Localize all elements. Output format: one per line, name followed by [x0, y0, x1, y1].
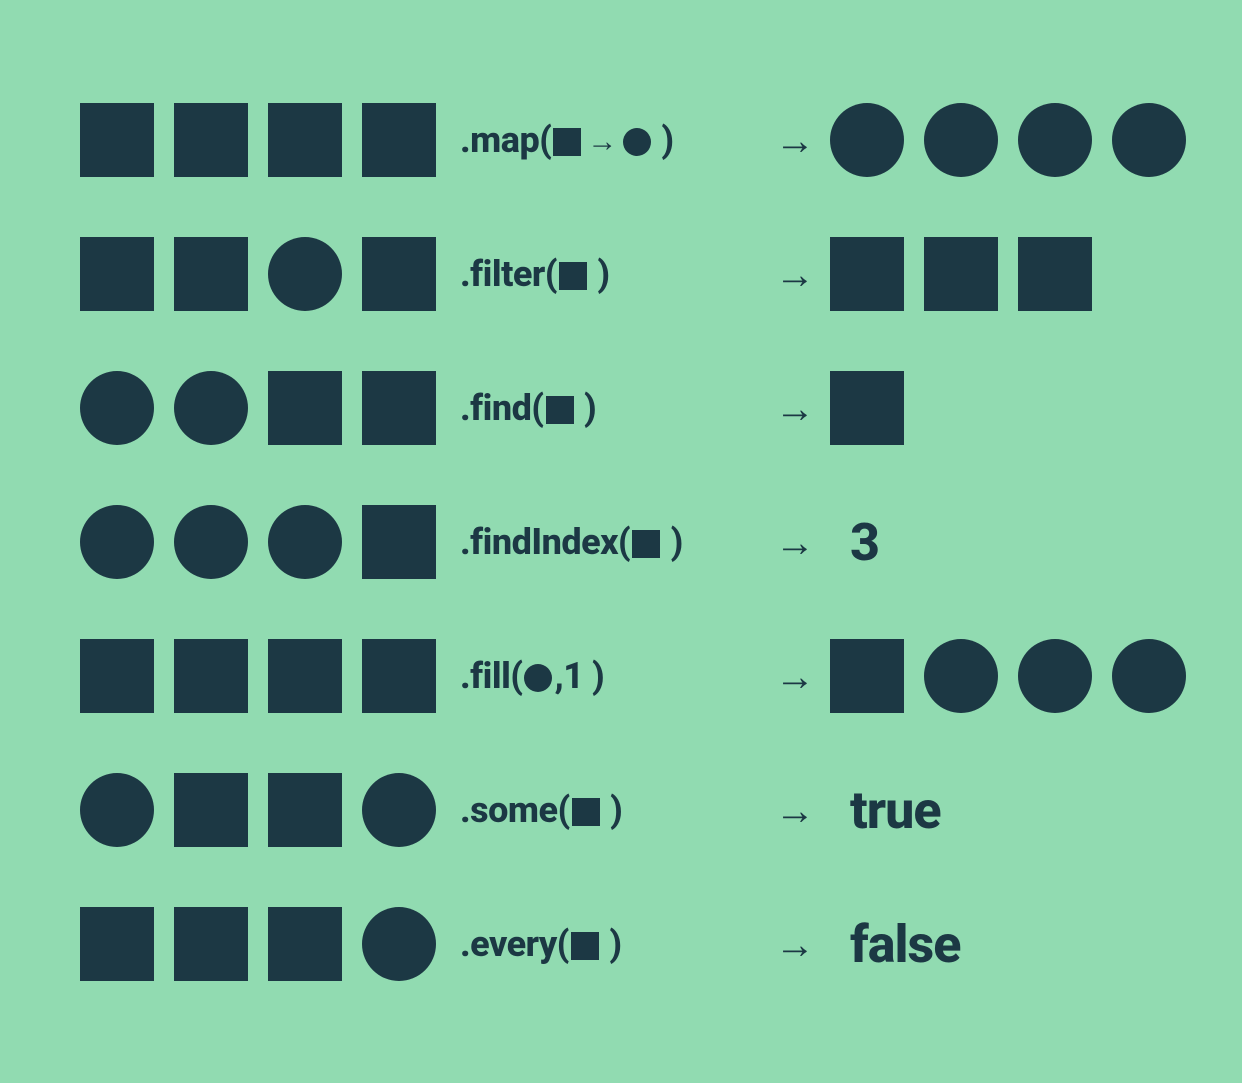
output-value [830, 371, 904, 445]
square-icon [80, 639, 154, 713]
method-label: .find( ) [460, 387, 760, 429]
square-icon [553, 128, 581, 156]
method-name: .every [460, 923, 557, 965]
output-text: true [850, 780, 941, 841]
circle-icon [1018, 103, 1092, 177]
output-value [830, 237, 1092, 311]
square-icon [1018, 237, 1092, 311]
square-icon [830, 639, 904, 713]
circle-icon [623, 128, 651, 156]
output-value: false [830, 914, 960, 975]
method-label: .some( ) [460, 789, 760, 831]
circle-icon [268, 505, 342, 579]
output-value [830, 639, 1186, 713]
method-name: .some [460, 789, 558, 831]
method-label: .findIndex( ) [460, 521, 760, 563]
circle-icon [1018, 639, 1092, 713]
input-array [80, 907, 460, 981]
method-name: .findIndex [460, 521, 618, 563]
method-arg-text: , [554, 655, 563, 697]
input-array [80, 505, 460, 579]
square-icon [174, 907, 248, 981]
method-name: .filter [460, 253, 545, 295]
circle-icon [924, 639, 998, 713]
circle-icon [924, 103, 998, 177]
circle-icon [80, 505, 154, 579]
input-array [80, 639, 460, 713]
method-name: .find [460, 387, 531, 429]
diagram-rows: .map(→ )→.filter( )→.find( )→.findIndex(… [80, 100, 1162, 984]
square-icon [268, 639, 342, 713]
square-icon [830, 371, 904, 445]
square-icon [174, 103, 248, 177]
circle-icon [268, 237, 342, 311]
method-name: .fill [460, 655, 510, 697]
square-icon [174, 237, 248, 311]
input-array [80, 103, 460, 177]
output-value: true [830, 780, 941, 841]
input-array [80, 773, 460, 847]
square-icon [80, 237, 154, 311]
square-icon [362, 103, 436, 177]
circle-icon [80, 371, 154, 445]
row-map: .map(→ )→ [80, 100, 1162, 180]
result-arrow-icon: → [760, 385, 830, 432]
square-icon [632, 530, 660, 558]
circle-icon [524, 664, 552, 692]
method-label: .map(→ ) [460, 119, 760, 161]
input-array [80, 237, 460, 311]
square-icon [362, 505, 436, 579]
method-name: .map [460, 119, 539, 161]
result-arrow-icon: → [760, 653, 830, 700]
square-icon [268, 773, 342, 847]
circle-icon [174, 371, 248, 445]
result-arrow-icon: → [760, 117, 830, 164]
square-icon [174, 773, 248, 847]
square-icon [80, 907, 154, 981]
circle-icon [174, 505, 248, 579]
circle-icon [1112, 639, 1186, 713]
square-icon [571, 932, 599, 960]
row-every: .every( )→ false [80, 904, 1162, 984]
row-filter: .filter( )→ [80, 234, 1162, 314]
row-fill: .fill(,1 )→ [80, 636, 1162, 716]
square-icon [546, 396, 574, 424]
circle-icon [362, 907, 436, 981]
square-icon [268, 103, 342, 177]
row-findIndex: .findIndex( )→ 3 [80, 502, 1162, 582]
square-icon [268, 907, 342, 981]
result-arrow-icon: → [760, 251, 830, 298]
square-icon [174, 639, 248, 713]
output-value [830, 103, 1186, 177]
method-label: .filter( ) [460, 253, 760, 295]
result-arrow-icon: → [760, 519, 830, 566]
circle-icon [830, 103, 904, 177]
square-icon [924, 237, 998, 311]
output-text: 3 [850, 512, 879, 573]
row-some: .some( )→ true [80, 770, 1162, 850]
square-icon [268, 371, 342, 445]
method-label: .every( ) [460, 923, 760, 965]
arrow-icon: → [587, 124, 617, 159]
row-find: .find( )→ [80, 368, 1162, 448]
square-icon [362, 639, 436, 713]
method-arg-text: 1 [563, 655, 583, 697]
method-label: .fill(,1 ) [460, 655, 760, 697]
square-icon [830, 237, 904, 311]
square-icon [80, 103, 154, 177]
square-icon [572, 798, 600, 826]
output-text: false [850, 914, 960, 975]
input-array [80, 371, 460, 445]
result-arrow-icon: → [760, 921, 830, 968]
output-value: 3 [830, 512, 879, 573]
circle-icon [80, 773, 154, 847]
square-icon [559, 262, 587, 290]
circle-icon [362, 773, 436, 847]
result-arrow-icon: → [760, 787, 830, 834]
square-icon [362, 237, 436, 311]
square-icon [362, 371, 436, 445]
circle-icon [1112, 103, 1186, 177]
